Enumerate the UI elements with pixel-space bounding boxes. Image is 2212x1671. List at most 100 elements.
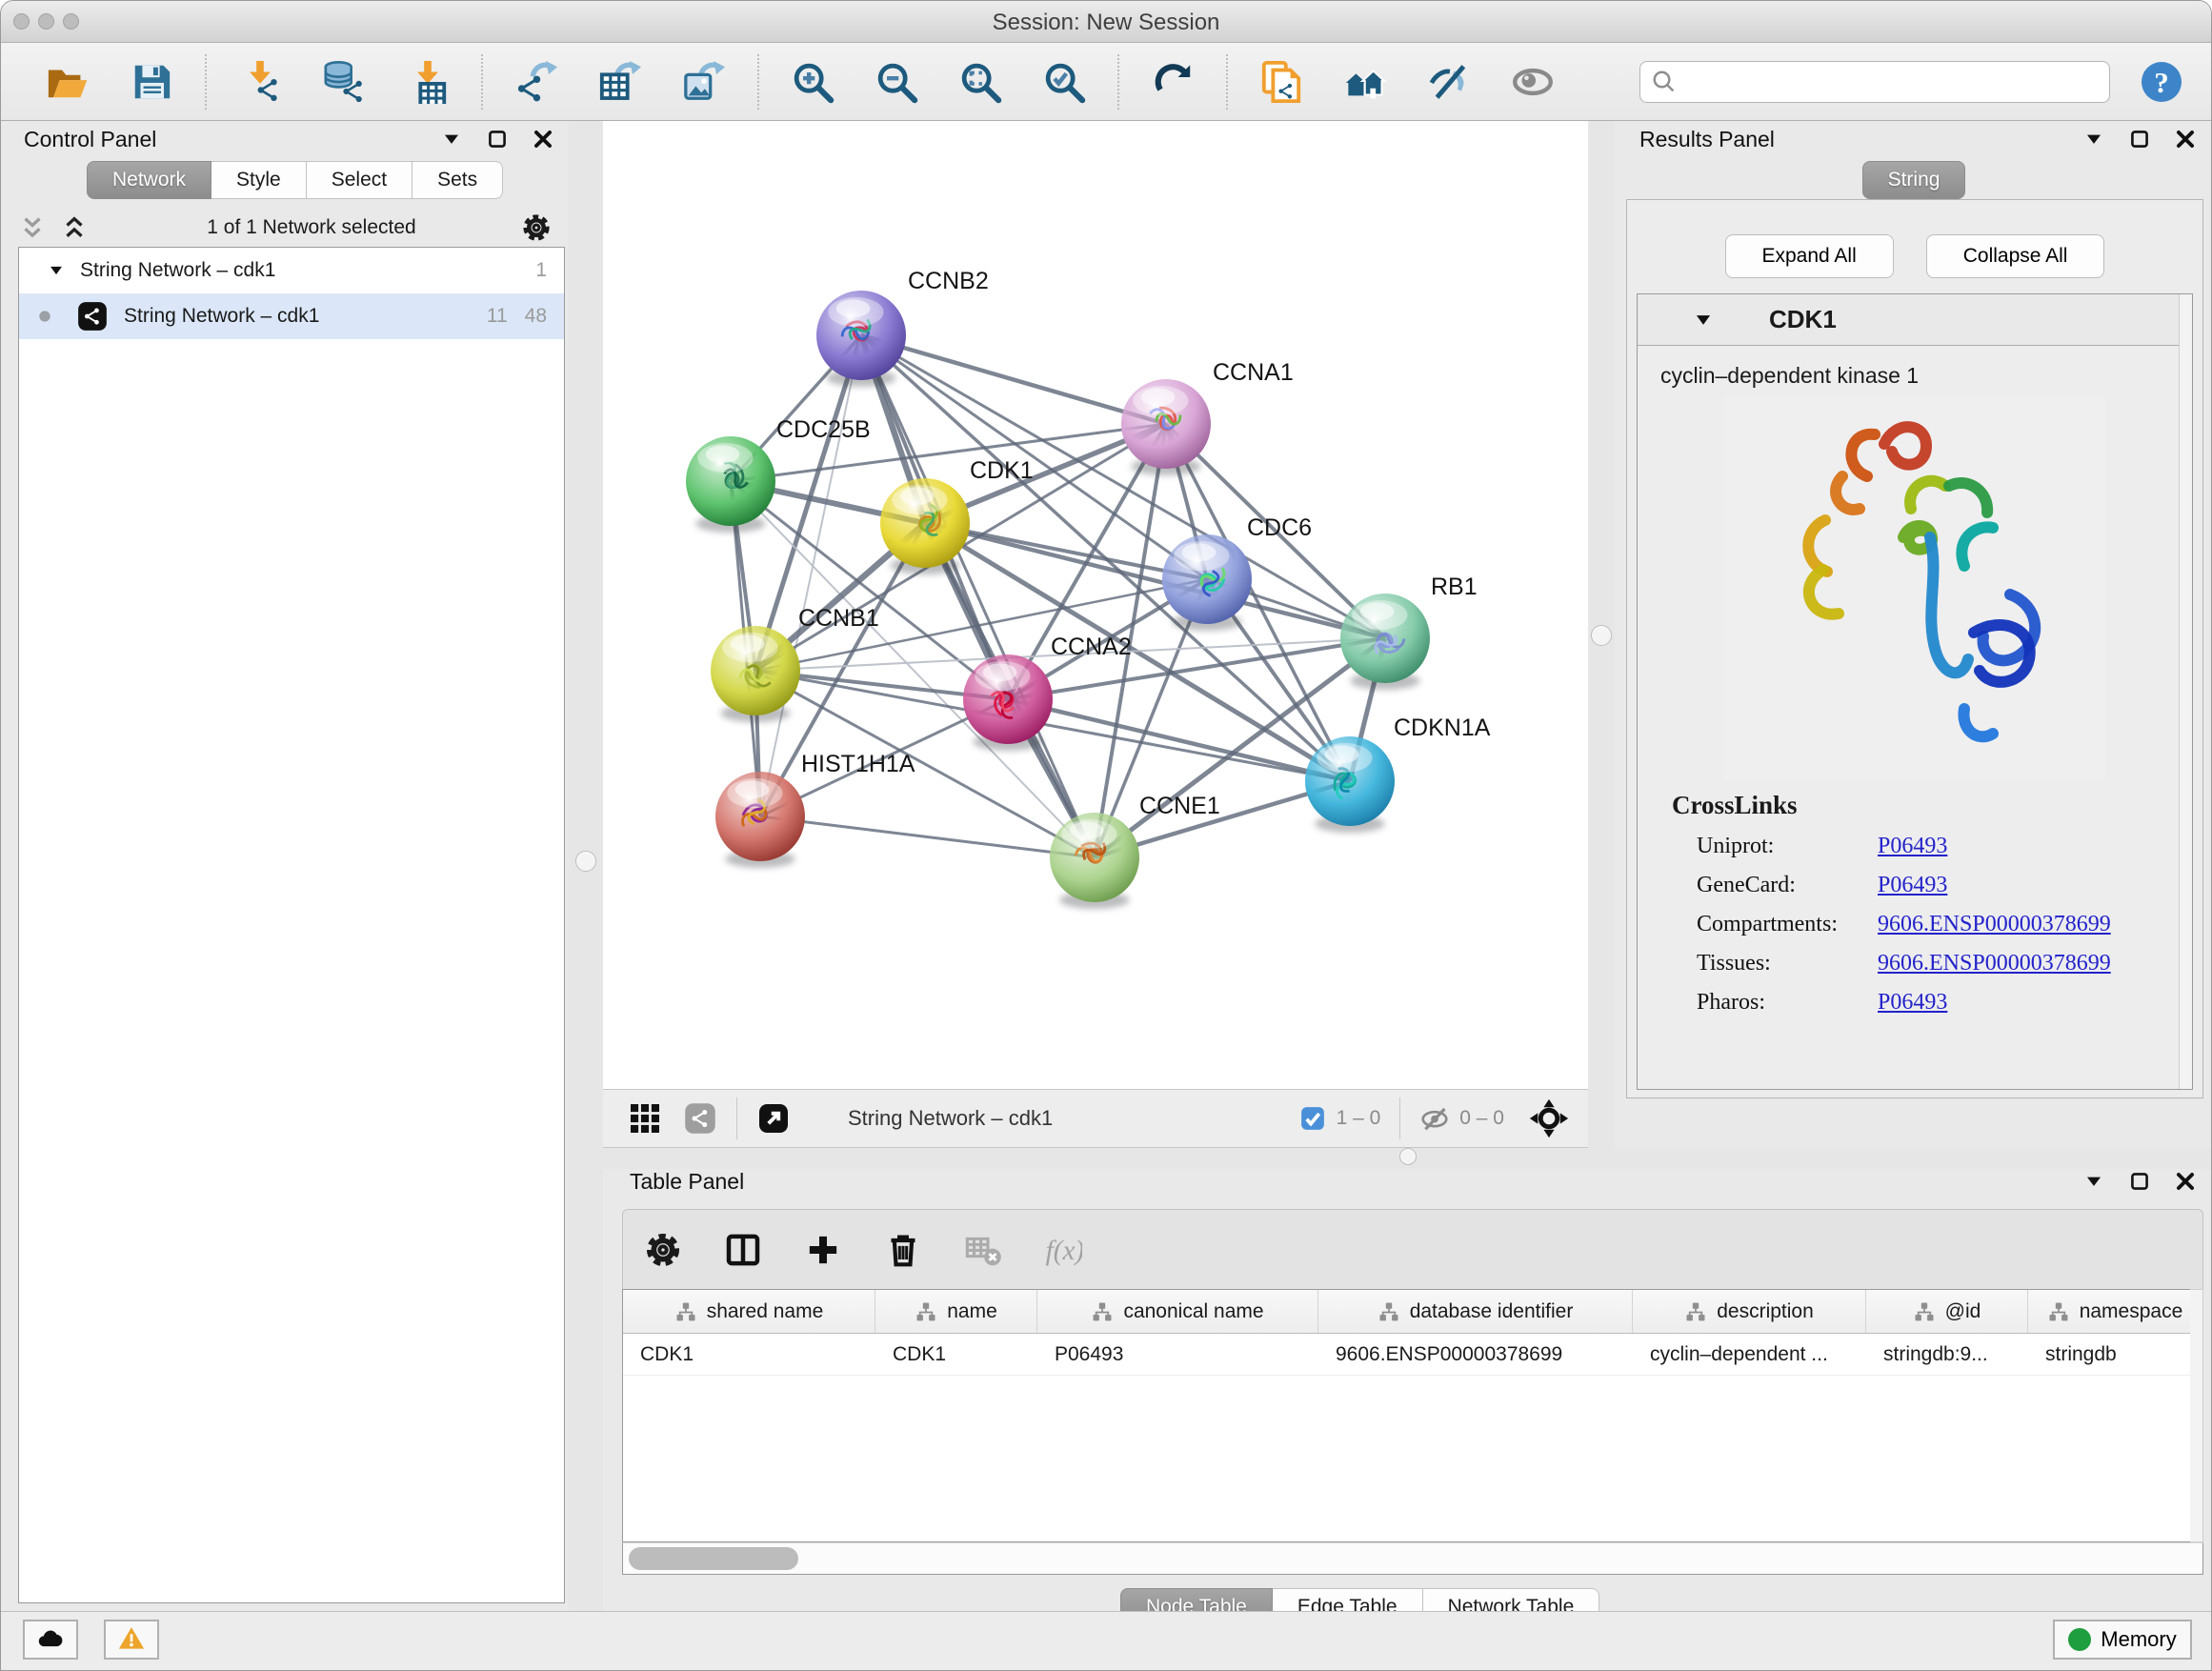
network-node-CCNE1[interactable]: [1050, 813, 1139, 909]
crosslink-link[interactable]: P06493: [1878, 834, 1947, 859]
float-table-icon[interactable]: [2081, 1169, 2106, 1194]
close-results-icon[interactable]: [2173, 127, 2198, 151]
export-table-button[interactable]: [595, 57, 645, 107]
network-options-gear-icon[interactable]: [521, 212, 552, 243]
network-node-CDC6[interactable]: [1162, 534, 1252, 631]
network-collection-row[interactable]: String Network – cdk1 1: [19, 248, 564, 293]
help-button[interactable]: ?: [2139, 59, 2184, 105]
results-scrollbar[interactable]: [2179, 294, 2192, 1089]
memory-button[interactable]: Memory: [2053, 1620, 2192, 1660]
maximize-panel-icon[interactable]: [485, 127, 510, 151]
gear-button[interactable]: [644, 1231, 682, 1269]
zoom-fit-button[interactable]: [955, 57, 1005, 107]
selected-checkbox-icon[interactable]: [1298, 1104, 1327, 1133]
column-header-id[interactable]: @id: [1866, 1290, 2028, 1333]
hidden-eye-icon[interactable]: [1419, 1103, 1450, 1134]
right-panel-divider[interactable]: [1588, 121, 1615, 1148]
birds-eye-view-button[interactable]: [1529, 1098, 1569, 1138]
network-node-CDC25B[interactable]: [686, 436, 775, 533]
left-panel-divider[interactable]: [569, 121, 603, 1611]
column-header-namespace[interactable]: namespace: [2028, 1290, 2202, 1333]
node-result-header[interactable]: CDK1: [1638, 294, 2192, 346]
table-cell[interactable]: P06493: [1037, 1334, 1318, 1375]
network-node-HIST1H1A[interactable]: [715, 772, 805, 868]
show-all-button[interactable]: [1508, 57, 1558, 107]
table-vertical-scrollbar[interactable]: [2190, 1289, 2203, 1542]
collapse-all-networks-icon[interactable]: [18, 213, 47, 242]
import-network-from-db-button[interactable]: [319, 57, 369, 107]
close-panel-icon[interactable]: [531, 127, 555, 151]
network-graph[interactable]: CCNB2CCNA1CDC25BCDK1CDC6RB1CCNB1CCNA2CDK…: [603, 121, 1588, 1089]
tab-style[interactable]: Style: [211, 161, 307, 199]
hide-selected-button[interactable]: [1424, 57, 1474, 107]
table-horizontal-scrollbar[interactable]: [622, 1542, 2203, 1575]
left-divider-handle-icon[interactable]: [575, 851, 596, 872]
tab-sets[interactable]: Sets: [412, 161, 503, 199]
fx-button[interactable]: f(x): [1044, 1231, 1082, 1269]
collapse-entry-icon[interactable]: [1691, 308, 1716, 332]
network-canvas[interactable]: CCNB2CCNA1CDC25BCDK1CDC6RB1CCNB1CCNA2CDK…: [603, 121, 1588, 1089]
float-results-icon[interactable]: [2081, 127, 2106, 151]
column-header-canonical-name[interactable]: canonical name: [1037, 1290, 1318, 1333]
cloud-status-button[interactable]: [23, 1620, 78, 1660]
collapse-all-button[interactable]: Collapse All: [1926, 234, 2105, 278]
export-network-button[interactable]: [512, 57, 561, 107]
tab-network[interactable]: Network: [87, 161, 211, 199]
save-session-button[interactable]: [127, 57, 176, 107]
zoom-out-button[interactable]: [872, 57, 921, 107]
table-cell[interactable]: stringdb: [2028, 1334, 2202, 1375]
collapse-collection-icon[interactable]: [46, 260, 67, 281]
crosslink-link[interactable]: P06493: [1878, 873, 1947, 898]
crosslink-link[interactable]: 9606.ENSP00000378699: [1878, 951, 2111, 976]
close-table-icon[interactable]: [2173, 1169, 2198, 1194]
table-cell[interactable]: stringdb:9...: [1866, 1334, 2028, 1375]
table-row[interactable]: CDK1CDK1P064939606.ENSP00000378699cyclin…: [623, 1334, 2202, 1376]
network-node-CCNA1[interactable]: [1121, 379, 1211, 475]
table-cell[interactable]: CDK1: [875, 1334, 1037, 1375]
import-table-button[interactable]: [403, 57, 452, 107]
column-header-shared-name[interactable]: shared name: [623, 1290, 875, 1333]
search-box[interactable]: [1639, 61, 2110, 103]
export-image-button[interactable]: [679, 57, 729, 107]
column-header-description[interactable]: description: [1633, 1290, 1866, 1333]
south-divider-handle-icon[interactable]: [1399, 1148, 1417, 1165]
network-node-RB1[interactable]: [1340, 594, 1430, 690]
first-neighbors-button[interactable]: [1340, 57, 1390, 107]
table-cell[interactable]: 9606.ENSP00000378699: [1318, 1334, 1633, 1375]
warnings-button[interactable]: [104, 1620, 159, 1660]
delete-table-button[interactable]: [964, 1231, 1002, 1269]
table-cell[interactable]: cyclin–dependent ...: [1633, 1334, 1866, 1375]
open-session-button[interactable]: [43, 57, 92, 107]
scrollbar-thumb[interactable]: [629, 1547, 798, 1570]
crosslink-link[interactable]: 9606.ENSP00000378699: [1878, 912, 2111, 937]
new-network-from-selection-button[interactable]: [1257, 57, 1306, 107]
crosslink-link[interactable]: P06493: [1878, 990, 1947, 1016]
float-panel-icon[interactable]: [439, 127, 464, 151]
tab-string[interactable]: String: [1862, 161, 1966, 199]
plus-button[interactable]: [804, 1231, 842, 1269]
import-network-button[interactable]: [235, 57, 285, 107]
column-header-name[interactable]: name: [875, 1290, 1037, 1333]
maximize-table-icon[interactable]: [2127, 1169, 2152, 1194]
search-input[interactable]: [1679, 70, 2100, 94]
trash-button[interactable]: [884, 1231, 922, 1269]
network-node-CDK1[interactable]: [880, 478, 970, 574]
zoom-in-button[interactable]: [788, 57, 837, 107]
network-node-CCNB1[interactable]: [711, 626, 800, 722]
zoom-selected-button[interactable]: [1039, 57, 1089, 107]
expand-all-networks-icon[interactable]: [60, 213, 89, 242]
table-cell[interactable]: CDK1: [623, 1334, 875, 1375]
tab-select[interactable]: Select: [307, 161, 412, 199]
expand-all-button[interactable]: Expand All: [1725, 234, 1894, 278]
detach-view-button[interactable]: [756, 1101, 791, 1136]
south-panel-divider[interactable]: [603, 1148, 2212, 1169]
maximize-results-icon[interactable]: [2127, 127, 2152, 151]
network-row-selected[interactable]: String Network – cdk1 11 48: [19, 293, 564, 339]
show-grid-button[interactable]: [628, 1101, 662, 1136]
columns-button[interactable]: [724, 1231, 762, 1269]
update-network-button[interactable]: [1148, 57, 1197, 107]
right-divider-handle-icon[interactable]: [1591, 625, 1612, 646]
network-badge-button[interactable]: [683, 1101, 717, 1136]
network-node-CDKN1A[interactable]: [1305, 736, 1395, 833]
column-header-database-identifier[interactable]: database identifier: [1318, 1290, 1633, 1333]
